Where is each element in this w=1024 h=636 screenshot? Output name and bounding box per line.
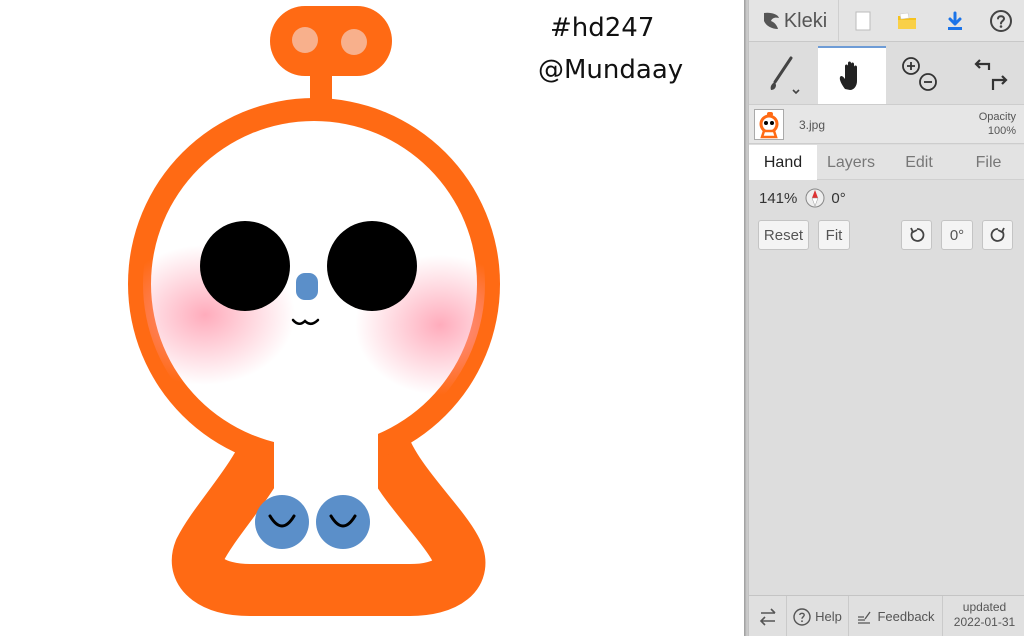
swap-arrows-icon [759,607,776,626]
feedback-pen-icon [858,611,871,624]
brush-icon [770,56,800,95]
zoom-in-icon [902,57,920,75]
tool-row [749,46,1024,104]
new-image-button[interactable] [845,0,881,42]
rotate-right-button[interactable] [982,220,1013,250]
redo-icon [991,75,1008,90]
opacity-label: Opacity [978,111,1016,123]
reset-view-button[interactable]: Reset [758,220,809,250]
kleki-logo-icon [763,12,779,29]
tab-row: Hand Layers Edit File [749,145,1024,180]
layer-thumbnail[interactable] [754,109,784,140]
rotation-angle: 0° [831,189,846,207]
top-toolbar: Kleki [749,0,1024,42]
neck [274,420,378,490]
new-image-icon [855,11,871,31]
bottom-bar: Help Feedback updated 2022-01-31 [749,595,1024,636]
body-button-left [255,495,309,549]
undo-icon [973,59,990,70]
swap-side-button[interactable] [749,596,787,636]
chevron-down-icon [792,89,800,95]
body-button-right [316,495,370,549]
eye-left [200,221,290,311]
zoom-tool-button[interactable] [887,46,955,104]
canvas-artwork[interactable]: #hd247 @Mundaay [0,0,744,636]
nose [296,273,318,300]
kleki-app: #hd247 @Mundaay Kleki 3.jpg Opacity 100%… [0,0,1024,636]
canvas-text-tag: #hd247 [550,13,654,43]
kleki-logo-button[interactable]: Kleki [749,0,839,42]
canvas-text-author: @Mundaay [538,55,683,85]
rotate-reset-button[interactable]: 0° [941,220,973,250]
tab-file[interactable]: File [953,145,1024,180]
save-download-icon [948,11,962,30]
save-image-button[interactable] [937,0,973,42]
help-top-button[interactable] [983,0,1019,42]
feedback-button[interactable]: Feedback [849,596,943,636]
open-image-button[interactable] [889,0,925,42]
undo-redo-button[interactable] [955,46,1024,104]
layer-name: 3.jpg [799,118,826,132]
brush-tool-button[interactable] [749,46,817,104]
hand-tool-button[interactable] [818,46,886,104]
zoom-level: 141% [759,189,798,207]
updated-info: updated 2022-01-31 [947,600,1022,630]
undo-redo-icons [973,59,1008,90]
side-panel: Kleki 3.jpg Opacity 100% Hand Layers Edi… [749,0,1024,636]
help-label: Help [815,609,842,624]
drawing-canvas[interactable]: #hd247 @Mundaay [0,0,744,636]
open-folder-icon [898,12,916,29]
help-button[interactable]: Help [787,596,849,636]
antenna-dot-right [341,29,367,55]
rotate-right-icon [990,227,1005,242]
compass-icon [805,188,825,208]
tab-edit[interactable]: Edit [885,145,953,180]
rotate-left-button[interactable] [901,220,932,250]
layer-preview-row: 3.jpg Opacity 100% [749,104,1024,144]
hand-view-info: 141% 0° [759,186,846,210]
kleki-logo-text: Kleki [783,9,828,32]
fit-view-button[interactable]: Fit [818,220,850,250]
tab-hand[interactable]: Hand [749,145,817,180]
zoom-out-icon [919,73,937,91]
hand-icon [839,61,857,90]
help-icon [793,607,811,626]
rotate-left-icon [909,227,924,242]
antenna-bulb [270,6,392,76]
opacity-value: 100% [987,125,1016,137]
layer-thumbnail-image [759,112,779,139]
tab-layers[interactable]: Layers [817,145,885,180]
updated-date: 2022-01-31 [953,615,1016,629]
layer-opacity: Opacity 100% [979,110,1016,138]
antenna-dot-left [292,27,318,53]
zoom-icons [902,57,937,91]
help-circle-icon [990,10,1012,32]
updated-label: updated [962,600,1007,614]
eye-right [327,221,417,311]
feedback-label: Feedback [877,609,935,624]
